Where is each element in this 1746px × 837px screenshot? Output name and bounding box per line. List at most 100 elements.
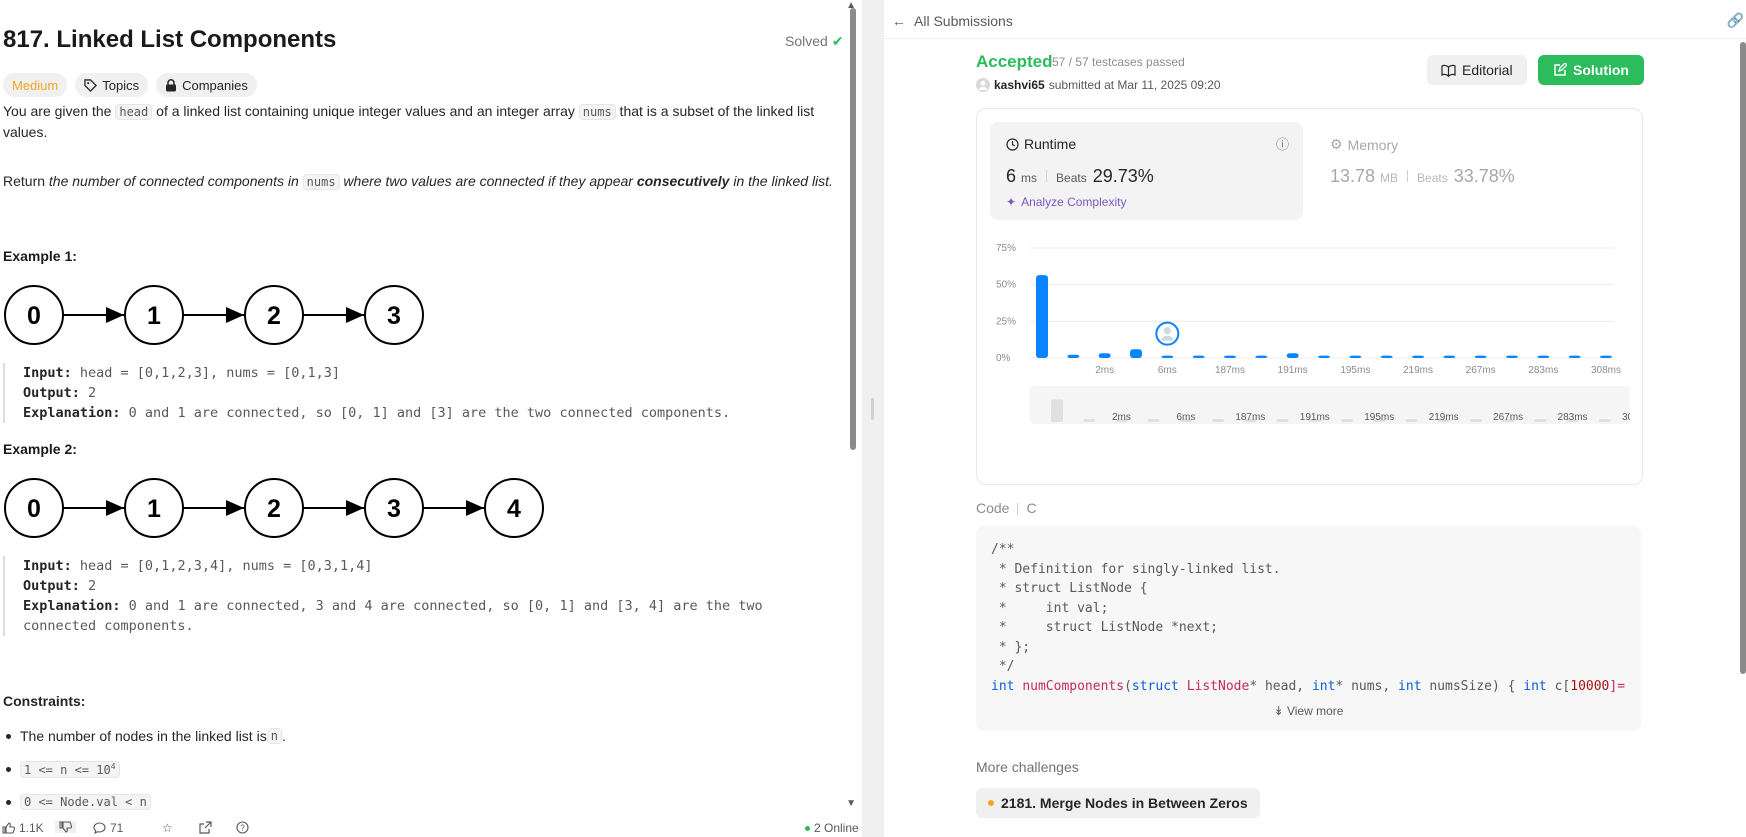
code-line: /** xyxy=(991,542,1015,557)
pane-divider[interactable] xyxy=(862,0,884,837)
code-heading: Code C xyxy=(976,500,1037,516)
code-token: ]= xyxy=(1609,678,1626,694)
inline-code: n xyxy=(266,728,282,744)
input-label: Input: xyxy=(23,365,72,381)
chart-bar[interactable] xyxy=(1067,354,1080,358)
range-bar xyxy=(1051,399,1063,422)
inline-code: head xyxy=(115,104,153,120)
runtime-value: 6 xyxy=(1006,166,1017,186)
chart-bar[interactable] xyxy=(1600,355,1612,358)
question-glyph: ? xyxy=(236,821,249,834)
range-bar xyxy=(1534,419,1547,422)
comment-icon xyxy=(93,822,106,834)
inline-code: 1 <= n <= 104 xyxy=(20,761,120,778)
range-tick-label: 283ms xyxy=(1558,412,1588,423)
chart-bar[interactable] xyxy=(1380,355,1393,358)
share-icon[interactable] xyxy=(199,821,212,834)
chart-bar[interactable] xyxy=(1412,355,1424,358)
code-line: * int val; xyxy=(998,600,1109,616)
range-tick-label: 191ms xyxy=(1300,412,1330,423)
range-tick-label: 219ms xyxy=(1429,412,1459,423)
clock-icon xyxy=(1006,137,1019,151)
editorial-label: Editorial xyxy=(1462,62,1513,78)
comments-button[interactable]: 71 xyxy=(93,821,123,835)
bottom-toolbar: 1.1K 71 ☆ ? 2 Online xyxy=(0,817,862,837)
code-token: int xyxy=(1398,678,1422,694)
code-token: struct xyxy=(1131,678,1179,694)
y-tick-label: 0% xyxy=(996,353,1011,364)
more-challenges-heading: More challenges xyxy=(976,759,1079,775)
avatar-icon xyxy=(976,78,990,92)
chart-bar[interactable] xyxy=(1318,355,1330,358)
runtime-card[interactable]: Runtime ⓘ 6 ms Beats 29.73% ✦ Analyze Co… xyxy=(990,122,1303,220)
y-tick-label: 75% xyxy=(996,243,1016,254)
chart-bar[interactable] xyxy=(1286,353,1299,358)
range-bar xyxy=(1276,419,1289,422)
runtime-distribution-chart[interactable]: 0% 25% 50% 75% 2ms 6ms 187ms 191ms 195ms 219ms 267… xyxy=(990,232,1630,462)
example-1-block: Input: head = [0,1,2,3], nums = [0,1,3] … xyxy=(3,363,730,423)
drag-handle[interactable] xyxy=(871,398,874,420)
companies-tag[interactable]: Companies xyxy=(156,73,257,97)
view-more-button[interactable]: ↡ View more xyxy=(976,704,1641,718)
chart-bar[interactable] xyxy=(1349,355,1362,358)
scroll-down-icon[interactable]: ▼ xyxy=(846,798,856,809)
chart-bar[interactable] xyxy=(1098,353,1111,358)
like-button[interactable]: 1.1K xyxy=(2,821,44,835)
range-tick-label: 308ms xyxy=(1622,412,1630,423)
example-2-diagram: 0 1 2 3 4 xyxy=(4,478,544,538)
inline-code: 0 <= Node.val < n xyxy=(20,794,151,810)
chart-bar[interactable] xyxy=(1130,349,1142,358)
editorial-button[interactable]: Editorial xyxy=(1427,55,1527,85)
problem-panel: 817. Linked List Components Solved ✔ Medi… xyxy=(0,0,862,837)
solved-label: Solved xyxy=(785,33,828,49)
output-label: Output: xyxy=(23,578,80,594)
thumbs-down-icon xyxy=(59,821,72,833)
chart-bar[interactable] xyxy=(1255,355,1268,358)
solved-status: Solved ✔ xyxy=(785,33,844,50)
challenge-link[interactable]: 2181. Merge Nodes in Between Zeros xyxy=(976,788,1260,818)
code-viewer[interactable]: /** * Definition for singly-linked list.… xyxy=(976,526,1641,731)
chart-bar[interactable] xyxy=(1224,355,1236,358)
range-bar xyxy=(1469,419,1482,422)
all-submissions-link[interactable]: ← All Submissions xyxy=(892,13,1013,29)
chart-bar[interactable] xyxy=(1192,355,1205,358)
difficulty-tag[interactable]: Medium xyxy=(3,73,68,97)
code-token: c[ xyxy=(1546,678,1571,694)
chart-bar[interactable] xyxy=(1036,275,1048,358)
copy-link-icon[interactable]: 🔗 xyxy=(1727,12,1744,29)
chart-bar[interactable] xyxy=(1161,355,1174,358)
chart-bar[interactable] xyxy=(1474,355,1487,358)
info-icon[interactable]: ⓘ xyxy=(1276,134,1289,153)
right-scrollbar[interactable] xyxy=(1740,42,1746,674)
tag-row: Medium Topics Companies xyxy=(3,73,257,97)
scroll-up-icon[interactable]: ▲ xyxy=(846,0,856,11)
list-node-value: 3 xyxy=(387,495,401,523)
tag-icon xyxy=(84,78,98,92)
range-bar xyxy=(1147,419,1160,422)
explanation-label: Explanation: xyxy=(23,598,121,614)
solution-button[interactable]: Solution xyxy=(1538,55,1644,85)
chart-bar[interactable] xyxy=(1537,355,1550,358)
lock-icon xyxy=(166,78,177,91)
chart-bar[interactable] xyxy=(1506,355,1518,358)
favorite-star-icon[interactable]: ☆ xyxy=(162,821,173,835)
chart-bar[interactable] xyxy=(1568,355,1581,358)
runtime-heading: Runtime xyxy=(1006,136,1076,152)
help-icon[interactable]: ? xyxy=(236,821,249,834)
left-scrollbar[interactable] xyxy=(850,8,856,450)
range-bar xyxy=(1212,419,1225,422)
analyze-complexity-button[interactable]: ✦ Analyze Complexity xyxy=(1006,195,1126,209)
chart-bar[interactable] xyxy=(1443,355,1456,358)
x-tick-label: 6ms xyxy=(1158,365,1177,376)
share-glyph xyxy=(199,821,212,834)
dislike-button[interactable] xyxy=(55,821,76,833)
topics-tag[interactable]: Topics xyxy=(75,73,149,97)
output-value: 2 xyxy=(79,385,97,401)
username[interactable]: kashvi65 xyxy=(994,78,1045,92)
your-submission-avatar-icon xyxy=(1155,321,1180,346)
range-bar xyxy=(1083,419,1096,422)
memory-heading[interactable]: ⚙ Memory xyxy=(1330,136,1398,153)
x-tick-label: 191ms xyxy=(1278,365,1308,376)
edit-icon xyxy=(1554,63,1567,76)
